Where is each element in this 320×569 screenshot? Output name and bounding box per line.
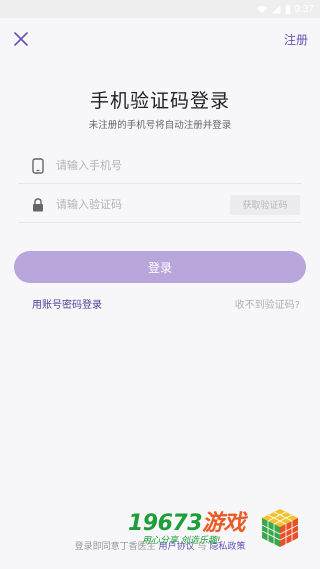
password-login-link[interactable]: 用账号密码登录 bbox=[32, 296, 102, 311]
login-button[interactable]: 登录 bbox=[14, 251, 306, 283]
top-bar: 注册 bbox=[0, 28, 320, 52]
code-input[interactable] bbox=[56, 192, 230, 217]
status-time: 9:37 bbox=[294, 3, 314, 15]
status-bar: 9:37 bbox=[0, 0, 320, 18]
rubik-cube-icon bbox=[261, 509, 299, 547]
signal-icon bbox=[271, 5, 281, 13]
no-code-link[interactable]: 收不到验证码? bbox=[235, 296, 300, 311]
phone-input[interactable] bbox=[56, 153, 302, 178]
watermark-slogan: 用心分享 创造乐趣! bbox=[142, 536, 221, 546]
phone-field bbox=[18, 148, 302, 184]
page-subtitle: 未注册的手机号将自动注册并登录 bbox=[88, 120, 232, 131]
page-title: 手机验证码登录 bbox=[89, 90, 230, 112]
watermark-logo: 19673游戏 用心分享 创造乐趣! bbox=[120, 505, 318, 557]
lock-icon bbox=[28, 195, 48, 215]
code-field: 获取验证码 bbox=[18, 187, 302, 223]
phone-icon bbox=[28, 156, 48, 176]
get-code-button[interactable]: 获取验证码 bbox=[230, 194, 300, 215]
wifi-icon bbox=[256, 5, 267, 13]
register-link[interactable]: 注册 bbox=[284, 31, 308, 48]
close-icon[interactable] bbox=[12, 30, 30, 48]
battery-icon bbox=[285, 4, 290, 14]
